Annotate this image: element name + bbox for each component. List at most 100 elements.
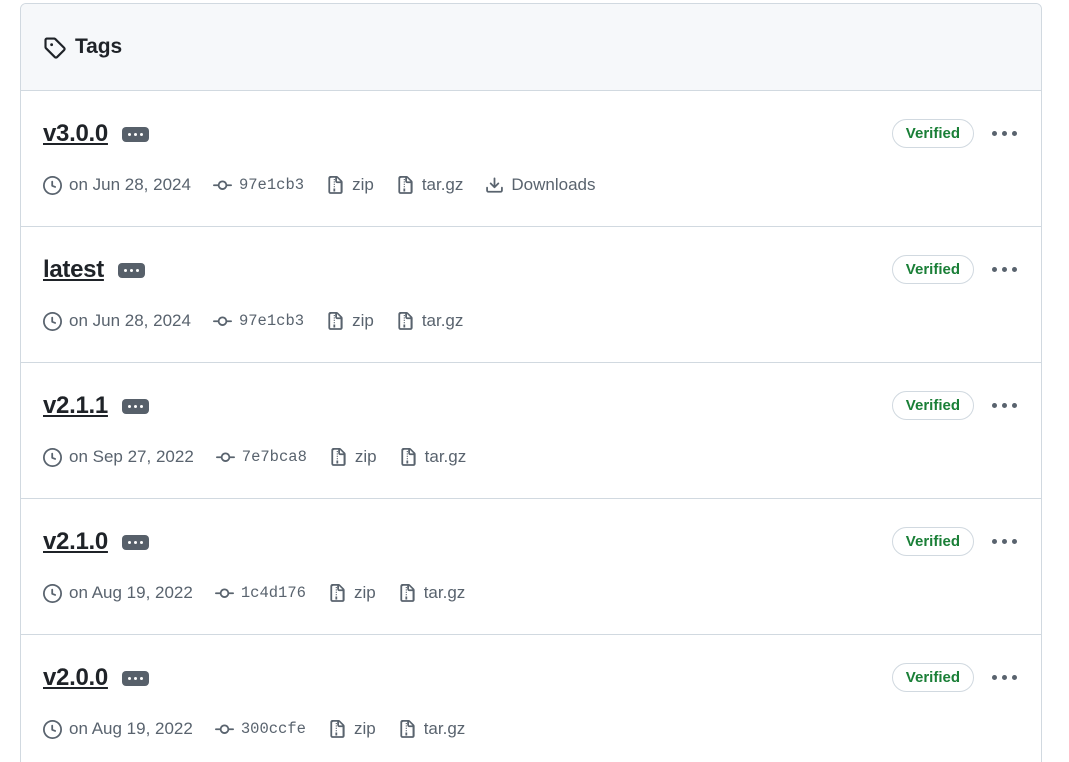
tag-commit-sha: 97e1cb3 — [238, 312, 305, 330]
tags-header-title: Tags — [75, 35, 123, 58]
tag-more-badge[interactable] — [121, 534, 149, 550]
tag-row-header: v3.0.0 — [43, 119, 1019, 149]
table-row: v2.0.0 on Aug 19, 2022 300ccfe zip tar.g… — [21, 635, 1041, 762]
tag-icon — [43, 36, 66, 59]
tag-zip-link[interactable]: zip — [328, 583, 376, 603]
tag-targz-label: tar.gz — [423, 719, 466, 738]
table-row: v3.0.0 on Jun 28, 2024 97e1cb3 zip tar.g… — [21, 91, 1041, 227]
file-zip-icon — [398, 719, 417, 739]
tag-more-badge[interactable] — [117, 262, 145, 278]
tag-downloads-label: Downloads — [511, 175, 596, 194]
tag-row-actions: Verified — [891, 119, 1019, 148]
table-row: latest on Jun 28, 2024 97e1cb3 zip tar.g… — [21, 227, 1041, 363]
tag-targz-link[interactable]: tar.gz — [396, 311, 464, 331]
tag-zip-label: zip — [352, 175, 374, 194]
clock-icon — [43, 447, 62, 467]
tag-row-header: v2.1.1 — [43, 391, 1019, 421]
tag-date-label: on Sep 27, 2022 — [69, 447, 194, 466]
tag-row-meta: on Sep 27, 2022 7e7bca8 zip tar.gz — [43, 447, 1019, 467]
tag-name-link[interactable]: latest — [43, 258, 104, 282]
tag-name-link[interactable]: v3.0.0 — [43, 122, 108, 146]
tag-options-menu[interactable] — [990, 671, 1019, 684]
tag-downloads-link[interactable]: Downloads — [485, 175, 596, 195]
git-commit-icon — [212, 312, 232, 331]
status-badge[interactable]: Verified — [891, 391, 974, 420]
status-badge[interactable]: Verified — [891, 119, 974, 148]
git-commit-icon — [214, 720, 234, 739]
tag-row-header: latest — [43, 255, 1019, 285]
table-row: v2.1.0 on Aug 19, 2022 1c4d176 zip tar.g… — [21, 499, 1041, 635]
table-row: v2.1.1 on Sep 27, 2022 7e7bca8 zip tar.g… — [21, 363, 1041, 499]
tags-container: Tags v3.0.0 on Jun 28, 2024 97e1cb3 zip … — [20, 3, 1042, 762]
clock-icon — [43, 583, 62, 603]
tag-row-actions: Verified — [891, 527, 1019, 556]
file-zip-icon — [328, 719, 347, 739]
status-badge[interactable]: Verified — [891, 527, 974, 556]
git-commit-icon — [212, 176, 232, 195]
tag-zip-link[interactable]: zip — [329, 447, 377, 467]
tag-more-badge[interactable] — [121, 670, 149, 686]
git-commit-icon — [214, 584, 234, 603]
file-zip-icon — [396, 175, 415, 195]
tag-commit-sha: 300ccfe — [240, 720, 306, 738]
tag-name-link[interactable]: v2.1.0 — [43, 530, 108, 554]
tag-targz-link[interactable]: tar.gz — [396, 175, 464, 195]
tag-row-meta: on Aug 19, 2022 300ccfe zip tar.gz — [43, 719, 1019, 739]
tag-row-actions: Verified — [891, 391, 1019, 420]
tag-options-menu[interactable] — [990, 399, 1019, 412]
tag-date: on Aug 19, 2022 — [43, 719, 193, 739]
tag-date: on Jun 28, 2024 — [43, 175, 191, 195]
tag-date: on Sep 27, 2022 — [43, 447, 194, 467]
tag-row-header: v2.1.0 — [43, 527, 1019, 557]
tag-commit-link[interactable]: 97e1cb3 — [212, 312, 305, 331]
file-zip-icon — [326, 175, 345, 195]
tag-commit-link[interactable]: 300ccfe — [214, 720, 306, 739]
file-zip-icon — [399, 447, 418, 467]
tag-zip-label: zip — [353, 583, 376, 602]
clock-icon — [43, 311, 62, 331]
tag-commit-sha: 1c4d176 — [240, 584, 306, 602]
tag-row-meta: on Aug 19, 2022 1c4d176 zip tar.gz — [43, 583, 1019, 603]
tag-row-meta: on Jun 28, 2024 97e1cb3 — [43, 175, 1019, 195]
tag-row-meta: on Jun 28, 2024 97e1cb3 — [43, 311, 1019, 331]
tag-commit-link[interactable]: 97e1cb3 — [212, 176, 305, 195]
tag-targz-label: tar.gz — [421, 175, 464, 194]
tag-commit-link[interactable]: 7e7bca8 — [215, 448, 307, 467]
tag-zip-link[interactable]: zip — [326, 311, 374, 331]
tag-zip-link[interactable]: zip — [328, 719, 376, 739]
tag-commit-link[interactable]: 1c4d176 — [214, 584, 306, 603]
tag-name-link[interactable]: v2.0.0 — [43, 666, 108, 690]
file-zip-icon — [396, 311, 415, 331]
tag-targz-link[interactable]: tar.gz — [398, 719, 466, 739]
tag-name-link[interactable]: v2.1.1 — [43, 394, 108, 418]
tag-date: on Aug 19, 2022 — [43, 583, 193, 603]
file-zip-icon — [329, 447, 348, 467]
tag-commit-sha: 7e7bca8 — [241, 448, 307, 466]
tag-commit-sha: 97e1cb3 — [238, 176, 305, 194]
tags-page: Tags v3.0.0 on Jun 28, 2024 97e1cb3 zip … — [0, 0, 1069, 762]
tag-targz-label: tar.gz — [421, 311, 464, 330]
tag-date: on Jun 28, 2024 — [43, 311, 191, 331]
tag-options-menu[interactable] — [990, 535, 1019, 548]
tag-targz-link[interactable]: tar.gz — [398, 583, 466, 603]
tag-date-label: on Jun 28, 2024 — [69, 175, 191, 194]
tags-header: Tags — [21, 4, 1041, 91]
tag-date-label: on Aug 19, 2022 — [69, 583, 193, 602]
tag-targz-label: tar.gz — [423, 583, 466, 602]
tag-row-actions: Verified — [891, 663, 1019, 692]
tag-zip-label: zip — [354, 447, 377, 466]
tag-zip-link[interactable]: zip — [326, 175, 374, 195]
tag-targz-link[interactable]: tar.gz — [399, 447, 467, 467]
tag-more-badge[interactable] — [121, 126, 149, 142]
status-badge[interactable]: Verified — [891, 255, 974, 284]
clock-icon — [43, 175, 62, 195]
tag-options-menu[interactable] — [990, 263, 1019, 276]
file-zip-icon — [328, 583, 347, 603]
tag-options-menu[interactable] — [990, 127, 1019, 140]
tag-row-header: v2.0.0 — [43, 663, 1019, 693]
tag-date-label: on Jun 28, 2024 — [69, 311, 191, 330]
status-badge[interactable]: Verified — [891, 663, 974, 692]
tag-more-badge[interactable] — [121, 398, 149, 414]
tag-targz-label: tar.gz — [424, 447, 467, 466]
git-commit-icon — [215, 448, 235, 467]
